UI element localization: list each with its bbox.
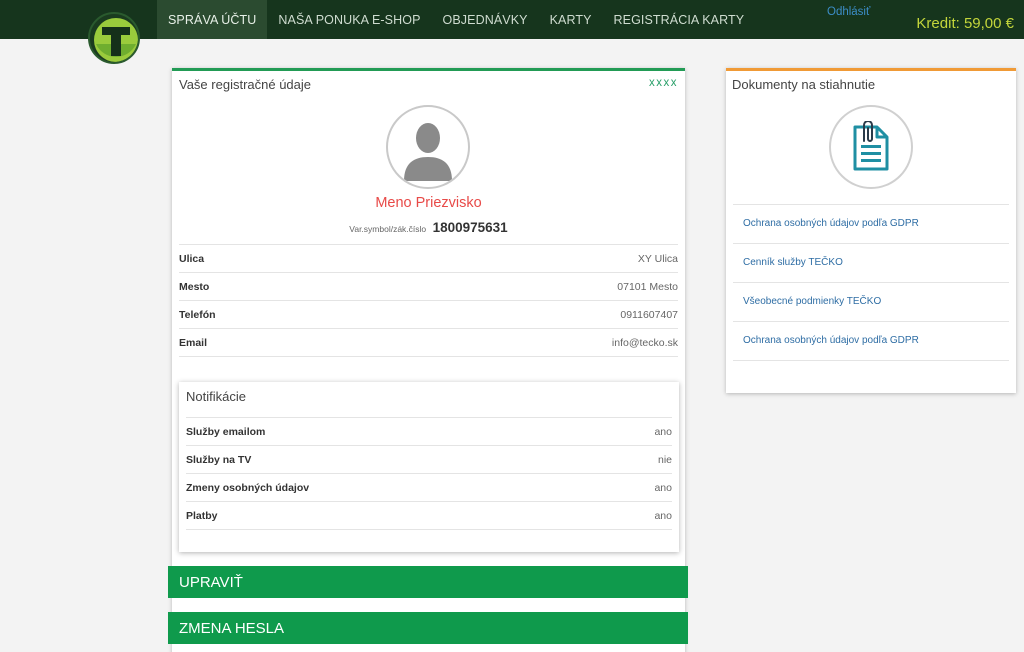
notification-label: Služby na TV xyxy=(186,453,252,466)
info-row-ulica: Ulica XY Ulica xyxy=(179,244,678,272)
info-value: XY Ulica xyxy=(637,252,678,265)
credit-balance: Kredit: 59,00 € xyxy=(916,15,1014,32)
avatar xyxy=(386,105,470,189)
user-silhouette-icon xyxy=(404,123,452,181)
info-value: 07101 Mesto xyxy=(617,280,678,293)
info-value: 0911607407 xyxy=(620,308,678,321)
divider xyxy=(179,356,678,357)
notification-label: Služby emailom xyxy=(186,425,266,438)
var-symbol: Var.symbol/zák.číslo 1800975631 xyxy=(172,219,685,237)
tecko-logo[interactable] xyxy=(88,12,140,64)
notification-row: Platby ano xyxy=(186,501,672,529)
info-label: Telefón xyxy=(179,308,216,321)
var-symbol-value: 1800975631 xyxy=(432,220,508,235)
notification-value: nie xyxy=(657,453,672,466)
change-password-button[interactable]: ZMENA HESLA xyxy=(168,612,688,644)
documents-title: Dokumenty na stiahnutie xyxy=(732,77,876,92)
edit-button[interactable]: UPRAVIŤ xyxy=(168,566,688,598)
info-label: Email xyxy=(179,336,208,349)
nav-item-objednavky[interactable]: OBJEDNÁVKY xyxy=(432,0,539,39)
notification-row: Služby na TV nie xyxy=(186,445,672,473)
panel-id-text: xxxx xyxy=(649,77,678,89)
nav-item-sprava-uctu[interactable]: SPRÁVA ÚČTU xyxy=(157,0,268,39)
registration-panel: Vaše registračné údaje xxxx Meno Priezvi… xyxy=(172,68,685,652)
nav-item-karty[interactable]: KARTY xyxy=(539,0,603,39)
document-link[interactable]: Ochrana osobných údajov podľa GDPR xyxy=(733,204,1009,243)
var-symbol-label: Var.symbol/zák.číslo xyxy=(349,224,427,234)
info-row-telefon: Telefón 0911607407 xyxy=(179,300,678,328)
divider xyxy=(186,529,672,530)
document-clip-icon xyxy=(829,105,913,189)
notification-value: ano xyxy=(654,481,672,494)
info-label: Mesto xyxy=(179,280,210,293)
notification-value: ano xyxy=(654,509,672,522)
notifications-card: Notifikácie Služby emailom ano Služby na… xyxy=(179,382,679,552)
document-link[interactable]: Cenník služby TEČKO xyxy=(733,243,1009,282)
documents-panel: Dokumenty na stiahnutie Ochrana osobných… xyxy=(726,68,1016,393)
info-row-email: Email info@tecko.sk xyxy=(179,328,678,356)
registration-panel-title: Vaše registračné údaje xyxy=(179,77,312,92)
divider xyxy=(733,360,1009,361)
user-name: Meno Priezvisko xyxy=(375,195,482,211)
logout-link[interactable]: Odhlásiť xyxy=(827,6,870,18)
nav-item-e-shop[interactable]: NAŠA PONUKA E-SHOP xyxy=(267,0,431,39)
nav-item-registracia-karty[interactable]: REGISTRÁCIA KARTY xyxy=(603,0,756,39)
notifications-title: Notifikácie xyxy=(186,389,246,404)
notification-value: ano xyxy=(654,425,672,438)
notification-label: Platby xyxy=(186,509,218,522)
info-value: info@tecko.sk xyxy=(611,336,678,349)
document-link[interactable]: Všeobecné podmienky TEČKO xyxy=(733,282,1009,321)
document-clip-icon xyxy=(853,121,889,171)
notification-row: Služby emailom ano xyxy=(186,417,672,445)
logo-t-icon xyxy=(94,18,138,62)
notification-label: Zmeny osobných údajov xyxy=(186,481,310,494)
info-row-mesto: Mesto 07101 Mesto xyxy=(179,272,678,300)
info-label: Ulica xyxy=(179,252,205,265)
top-navbar: SPRÁVA ÚČTU NAŠA PONUKA E-SHOP OBJEDNÁVK… xyxy=(0,0,1024,39)
notification-row: Zmeny osobných údajov ano xyxy=(186,473,672,501)
main-nav: SPRÁVA ÚČTU NAŠA PONUKA E-SHOP OBJEDNÁVK… xyxy=(157,0,755,39)
document-link[interactable]: Ochrana osobných údajov podľa GDPR xyxy=(733,321,1009,360)
